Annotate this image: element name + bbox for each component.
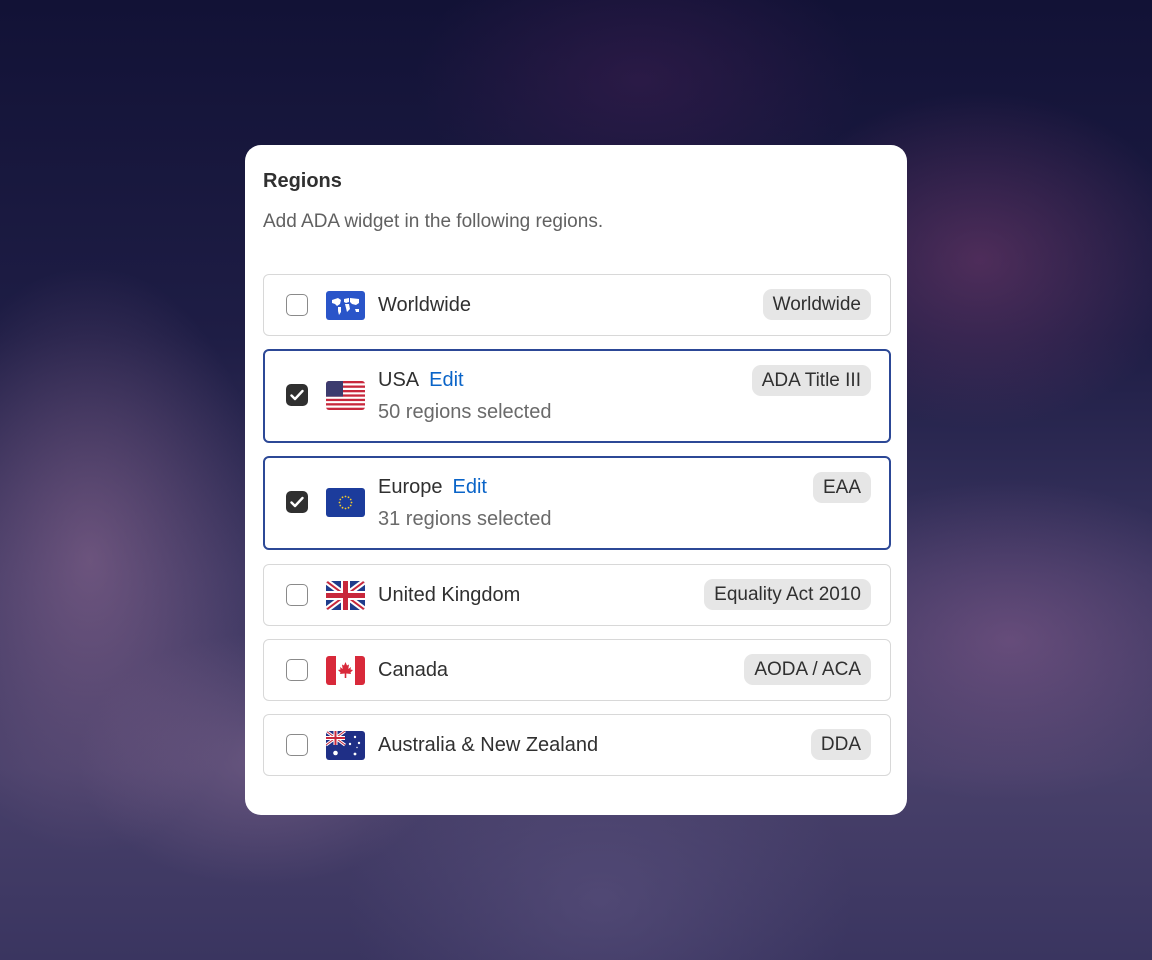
checkmark-icon (290, 389, 304, 401)
modal-title: Regions (263, 170, 342, 192)
eu-flag-icon (326, 488, 365, 517)
modal-subtitle: Add ADA widget in the following regions. (263, 211, 604, 232)
canada-flag-icon (326, 656, 365, 685)
regions-modal: Regions Add ADA widget in the following … (245, 145, 907, 815)
region-name-europe: Europe Edit (378, 476, 487, 499)
usa-edit-link[interactable]: Edit (429, 369, 463, 391)
region-name-australia-new-zealand: Australia & New Zealand (378, 734, 599, 756)
region-worldwide[interactable]: Worldwide Worldwide (263, 274, 891, 336)
region-list: Worldwide Worldwide USA Edit 50 regions … (263, 274, 891, 789)
usa-flag-icon (326, 381, 365, 410)
region-name-worldwide: Worldwide (378, 294, 471, 316)
region-name-europe-text: Europe (378, 476, 443, 498)
uk-flag-icon (326, 581, 365, 610)
region-name-canada: Canada (378, 659, 449, 681)
regulation-badge-united-kingdom: Equality Act 2010 (704, 579, 871, 610)
region-europe[interactable]: Europe Edit 31 regions selected EAA (263, 456, 891, 550)
region-name-usa-text: USA (378, 369, 420, 391)
australia-checkbox[interactable] (286, 734, 308, 756)
europe-selected-count: 31 regions selected (378, 508, 552, 530)
region-name-united-kingdom: United Kingdom (378, 584, 521, 606)
regulation-badge-usa: ADA Title III (751, 365, 871, 396)
region-canada[interactable]: Canada AODA / ACA (263, 639, 891, 701)
europe-edit-link[interactable]: Edit (453, 476, 487, 498)
worldwide-checkbox[interactable] (286, 294, 308, 316)
checkmark-icon (290, 496, 304, 508)
region-name-usa: USA Edit (378, 369, 464, 392)
uk-checkbox[interactable] (286, 584, 308, 606)
regulation-badge-australia-new-zealand: DDA (810, 729, 871, 760)
usa-selected-count: 50 regions selected (378, 401, 552, 423)
canada-checkbox[interactable] (286, 659, 308, 681)
usa-checkbox[interactable] (286, 384, 308, 406)
world-map-icon (326, 291, 365, 320)
region-australia-new-zealand[interactable]: Australia & New Zealand DDA (263, 714, 891, 776)
regulation-badge-worldwide: Worldwide (762, 289, 871, 320)
region-united-kingdom[interactable]: United Kingdom Equality Act 2010 (263, 564, 891, 626)
australia-flag-icon (326, 731, 365, 760)
regulation-badge-canada: AODA / ACA (744, 654, 871, 685)
europe-checkbox[interactable] (286, 491, 308, 513)
region-usa[interactable]: USA Edit 50 regions selected ADA Title II… (263, 349, 891, 443)
regulation-badge-europe: EAA (812, 472, 871, 503)
